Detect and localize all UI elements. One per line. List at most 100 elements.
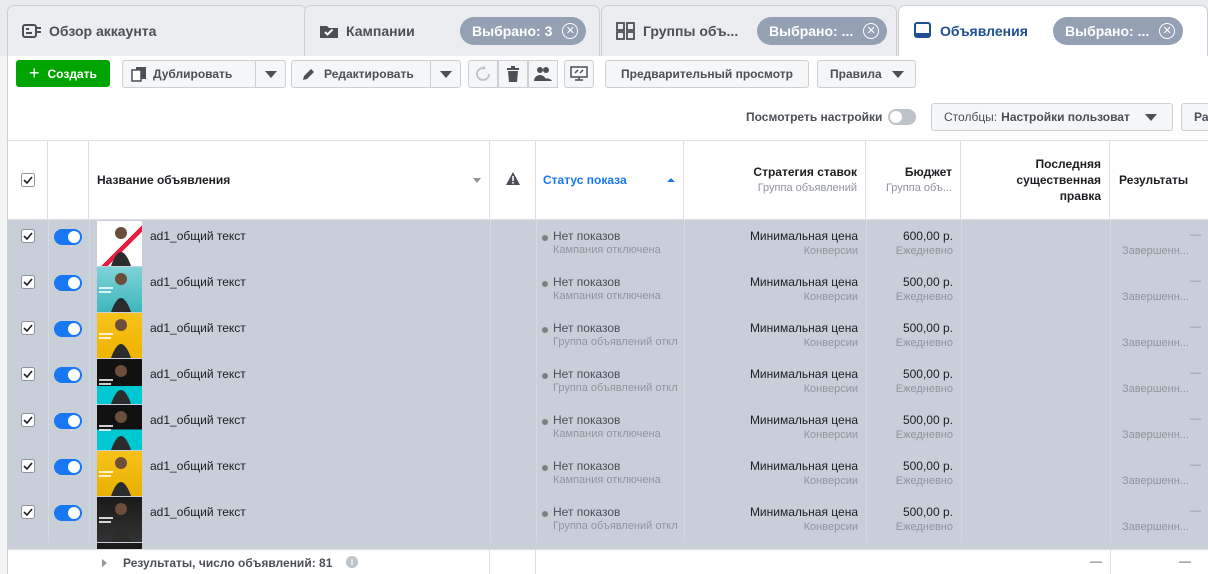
chevron-down-icon (439, 70, 452, 78)
column-divider (1110, 404, 1111, 450)
row-checkbox[interactable] (21, 505, 35, 519)
ad-on-off-toggle[interactable] (54, 229, 82, 245)
row-checkbox[interactable] (21, 367, 35, 381)
preview-button[interactable]: Предварительный просмотр (605, 60, 809, 88)
rules-button[interactable]: Правила (817, 60, 916, 88)
campaigns-selected-pill[interactable]: Выбрано: 3 ✕ (460, 17, 587, 45)
ad-name[interactable]: ad1_общий текст (150, 275, 246, 289)
expand-chevron-icon[interactable] (102, 559, 107, 567)
duplicate-dropdown[interactable] (255, 61, 285, 87)
ads-selected-pill[interactable]: Выбрано: ... ✕ (1053, 17, 1184, 45)
column-divider (89, 358, 90, 404)
ad-name[interactable]: ad1_общий текст (150, 367, 246, 381)
table-row[interactable]: ad1_общий текст Нет показов Кампания отк… (8, 266, 1208, 312)
columns-dropdown[interactable]: Столбцы: Настройки пользоват (931, 103, 1173, 131)
duplicate-button[interactable]: Дублировать (122, 60, 286, 88)
ab-test-button[interactable] (564, 60, 594, 88)
close-icon[interactable]: ✕ (562, 23, 579, 39)
result-status: Завершенн... (1122, 245, 1189, 257)
view-settings-toggle-row[interactable]: Посмотреть настройки (746, 103, 917, 131)
column-divider (684, 220, 685, 266)
ad-thumbnail[interactable] (97, 497, 142, 542)
column-divider (866, 266, 867, 312)
table-row[interactable]: ad1_общий текст Нет показов Группа объяв… (8, 496, 1208, 542)
table-body: ad1_общий текст Нет показов Кампания отк… (8, 220, 1208, 549)
ad-name[interactable]: ad1_общий текст (150, 505, 246, 519)
header-warning[interactable] (490, 141, 536, 220)
create-button[interactable]: + Создать (16, 60, 110, 87)
bid-strategy: Минимальная цена (749, 459, 858, 473)
delivery-status-detail: Группа объявлений откл (553, 382, 678, 394)
ad-name[interactable]: ad1_общий текст (150, 413, 246, 427)
budget-period: Ежедневно (895, 475, 953, 487)
ad-name[interactable]: ad1_общий текст (150, 229, 246, 243)
column-divider (961, 496, 962, 542)
header-bid-strategy[interactable]: Стратегия ставок Группа объявлений (684, 141, 866, 220)
breakdown-dropdown[interactable]: Ра (1181, 103, 1208, 131)
create-label: Создать (47, 66, 97, 81)
ad-on-off-toggle[interactable] (54, 413, 82, 429)
column-divider (490, 266, 491, 312)
tab-campaigns[interactable]: Кампании Выбрано: 3 ✕ (304, 5, 600, 56)
header-last-edit-line2: существенная (1016, 173, 1101, 187)
table-row[interactable]: ad1_общий текст Нет показов Кампания отк… (8, 450, 1208, 496)
ad-on-off-toggle[interactable] (54, 275, 82, 291)
edit-label: Редактировать (324, 67, 414, 81)
budget-period: Ежедневно (895, 383, 953, 395)
column-divider (490, 496, 491, 542)
column-divider (961, 266, 962, 312)
ad-thumbnail[interactable] (97, 359, 142, 404)
table-row[interactable]: ad1_общий текст Нет показов Кампания отк… (8, 220, 1208, 266)
select-all-checkbox[interactable] (21, 173, 35, 187)
delete-button[interactable] (498, 60, 528, 88)
result-status: Завершенн... (1122, 521, 1189, 533)
tab-account-overview[interactable]: Обзор аккаунта (7, 5, 307, 56)
refresh-button[interactable] (468, 60, 498, 88)
ad-name[interactable]: ad1_общий текст (150, 321, 246, 335)
ad-on-off-toggle[interactable] (54, 367, 82, 383)
column-divider (490, 450, 491, 496)
ad-thumbnail[interactable] (97, 451, 142, 496)
tab-ads[interactable]: Объявления Выбрано: ... ✕ (898, 5, 1208, 56)
view-settings-toggle[interactable] (888, 109, 917, 125)
bid-strategy-sub: Конверсии (803, 245, 858, 257)
header-status-label: Статус показа (543, 173, 627, 187)
header-results[interactable]: Результаты (1110, 141, 1208, 220)
ad-thumbnail[interactable] (97, 313, 142, 358)
close-icon[interactable]: ✕ (863, 23, 880, 39)
edit-button[interactable]: Редактировать (291, 60, 461, 88)
ad-thumbnail[interactable] (97, 267, 142, 312)
ad-name[interactable]: ad1_общий текст (150, 459, 246, 473)
ad-on-off-toggle[interactable] (54, 321, 82, 337)
table-row[interactable]: ad1_общий текст Нет показов Группа объяв… (8, 312, 1208, 358)
ad-on-off-toggle[interactable] (54, 459, 82, 475)
ad-thumbnail[interactable] (97, 221, 142, 266)
row-checkbox[interactable] (21, 459, 35, 473)
row-checkbox[interactable] (21, 413, 35, 427)
row-checkbox[interactable] (21, 275, 35, 289)
header-budget[interactable]: Бюджет Группа объ... (866, 141, 961, 220)
ad-on-off-toggle[interactable] (54, 505, 82, 521)
bid-strategy-sub: Конверсии (803, 429, 858, 441)
table-row[interactable] (8, 542, 1208, 549)
bid-strategy: Минимальная цена (749, 275, 858, 289)
tab-adsets[interactable]: Группы объ... Выбрано: ... ✕ (601, 5, 897, 56)
info-icon[interactable]: i (346, 556, 358, 568)
audience-button[interactable] (528, 60, 558, 88)
ad-thumbnail[interactable] (97, 405, 142, 450)
close-icon[interactable]: ✕ (1159, 23, 1176, 39)
column-divider (866, 404, 867, 450)
header-ad-name[interactable]: Название объявления (89, 141, 490, 220)
table-row[interactable]: ad1_общий текст Нет показов Кампания отк… (8, 404, 1208, 450)
table-row[interactable]: ad1_общий текст Нет показов Группа объяв… (8, 358, 1208, 404)
bid-strategy-sub: Конверсии (803, 475, 858, 487)
adsets-selected-pill[interactable]: Выбрано: ... ✕ (757, 17, 888, 45)
row-checkbox[interactable] (21, 229, 35, 243)
row-checkbox[interactable] (21, 321, 35, 335)
header-last-edit[interactable]: Последняя существенная правка (961, 141, 1110, 220)
edit-dropdown[interactable] (430, 61, 460, 87)
trash-icon (506, 66, 520, 82)
tab-bar: Обзор аккаунта Кампании Выбрано: 3 ✕ Гру… (0, 0, 1208, 56)
header-select-all-cell (8, 141, 48, 220)
header-delivery-status[interactable]: Статус показа (536, 141, 684, 220)
